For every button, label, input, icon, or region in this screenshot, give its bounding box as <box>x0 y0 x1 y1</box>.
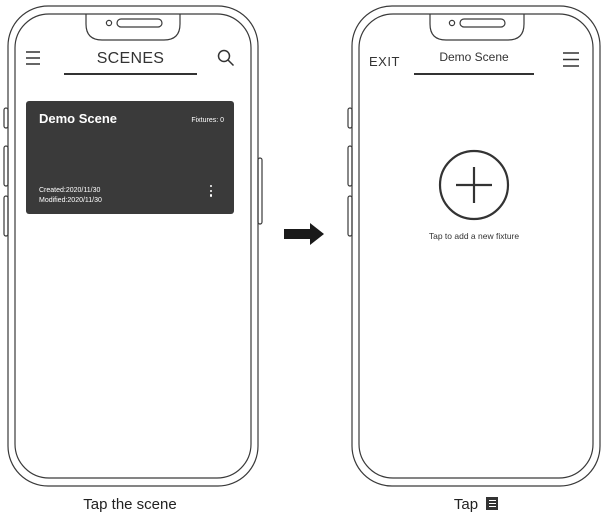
created-date: Created:2020/11/30 <box>39 187 101 194</box>
left-phone-frame <box>7 5 259 487</box>
right-phone-camera <box>448 19 456 27</box>
left-phone-speaker <box>116 18 163 28</box>
phone-outlines <box>3 5 601 487</box>
scene-name: Demo Scene <box>39 111 118 126</box>
left-phone-screen-edge <box>14 13 252 479</box>
left-phone-power-button <box>257 157 263 225</box>
fixture-count: Fixtures: 0 <box>191 117 224 124</box>
left-caption: Tap the scene <box>83 496 177 513</box>
right-phone-side-button <box>347 195 353 237</box>
title-underline <box>414 73 534 75</box>
plus-circle-icon[interactable] <box>437 148 511 222</box>
right-caption-text: Tap <box>453 496 479 513</box>
right-arrow-icon <box>284 223 324 245</box>
search-icon[interactable] <box>217 49 235 67</box>
scene-title: Demo Scene <box>439 50 509 64</box>
left-phone-side-button <box>3 195 9 237</box>
scene-card[interactable]: Demo Scene Fixtures: 0 Created:2020/11/3… <box>26 101 234 214</box>
left-phone-side-button <box>3 145 9 187</box>
right-phone-side-button <box>347 145 353 187</box>
right-phone-screen-edge <box>358 13 594 479</box>
right-phone-side-button <box>347 107 353 129</box>
right-caption: Tap <box>376 496 576 513</box>
right-phone-frame <box>351 5 601 487</box>
kebab-menu-icon[interactable] <box>208 185 214 201</box>
title-underline <box>64 73 197 75</box>
scenes-title: SCENES <box>96 50 165 67</box>
left-phone-camera <box>105 19 113 27</box>
add-fixture-hint: Tap to add a new fixture <box>428 231 520 241</box>
modified-date: Modified:2020/11/30 <box>39 197 102 204</box>
menu-icon <box>486 497 499 510</box>
left-phone-side-button <box>3 107 9 129</box>
exit-button[interactable]: EXIT <box>369 54 400 69</box>
hamburger-icon[interactable] <box>562 51 580 68</box>
hamburger-icon[interactable] <box>25 50 41 66</box>
right-phone-speaker <box>459 18 506 28</box>
